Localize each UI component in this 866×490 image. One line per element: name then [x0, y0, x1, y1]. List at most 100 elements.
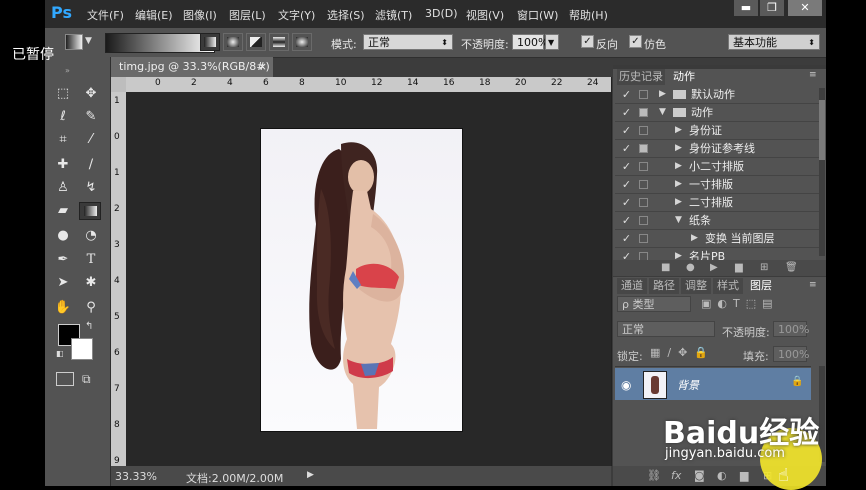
- quick-mask-icon[interactable]: [56, 372, 74, 386]
- dialog-toggle-icon[interactable]: [639, 126, 648, 135]
- type-tool-icon[interactable]: T: [81, 251, 101, 269]
- lock-icons[interactable]: ▦∕✥🔒: [650, 346, 715, 359]
- menu-layer[interactable]: 图层(L): [229, 7, 266, 23]
- default-colors-icon[interactable]: ◧: [56, 349, 64, 358]
- dialog-toggle-icon[interactable]: [639, 234, 648, 243]
- menu-filter[interactable]: 滤镜(T): [375, 7, 412, 23]
- action-row[interactable]: ✓ ▼ 动作: [615, 104, 825, 122]
- shape-tool-icon[interactable]: ✱: [81, 274, 101, 292]
- adjustment-layer-icon[interactable]: ◐: [717, 469, 727, 482]
- opacity-dropdown-icon[interactable]: ▼: [545, 34, 559, 50]
- expand-arrow-icon[interactable]: ▼: [659, 104, 666, 121]
- angle-gradient-button[interactable]: [246, 33, 266, 51]
- eye-icon[interactable]: ◉: [621, 378, 631, 392]
- clone-stamp-tool-icon[interactable]: ♙: [53, 179, 73, 197]
- check-icon[interactable]: ✓: [621, 122, 632, 139]
- marquee-tool-icon[interactable]: ⬚: [53, 85, 73, 103]
- reflected-gradient-button[interactable]: [269, 33, 289, 51]
- quick-select-tool-icon[interactable]: ✎: [81, 108, 101, 126]
- action-row[interactable]: ✓ ▶ 变换 当前图层: [615, 230, 825, 248]
- menu-image[interactable]: 图像(I): [183, 7, 217, 23]
- action-row[interactable]: ✓ ▶ 小二寸排版: [615, 158, 825, 176]
- close-button[interactable]: ✕: [788, 0, 822, 16]
- expand-arrow-icon[interactable]: ▶: [675, 176, 682, 193]
- check-icon[interactable]: ✓: [621, 212, 632, 229]
- history-brush-tool-icon[interactable]: ↯: [81, 179, 101, 197]
- menu-type[interactable]: 文字(Y): [278, 7, 315, 23]
- check-icon[interactable]: ✓: [621, 230, 632, 247]
- menu-help[interactable]: 帮助(H): [569, 7, 608, 23]
- record-icon[interactable]: ●: [686, 262, 695, 273]
- action-row[interactable]: ✓ ▶ 二寸排版: [615, 194, 825, 212]
- healing-brush-tool-icon[interactable]: ✚: [53, 156, 73, 174]
- trash-icon[interactable]: 🗑: [785, 262, 798, 273]
- fx-icon[interactable]: fx: [671, 469, 681, 482]
- dialog-toggle-icon[interactable]: [639, 144, 648, 153]
- new-action-icon[interactable]: ⊞: [760, 262, 768, 273]
- actions-scrollbar[interactable]: [819, 88, 825, 256]
- zoom-tool-icon[interactable]: ⚲: [81, 299, 101, 317]
- expand-arrow-icon[interactable]: ▶: [675, 194, 682, 211]
- crop-tool-icon[interactable]: ⌗: [53, 131, 73, 149]
- expand-arrow-icon[interactable]: ▼: [675, 212, 682, 229]
- tab-paths[interactable]: 路径: [649, 278, 679, 294]
- gradient-picker[interactable]: [105, 33, 215, 53]
- action-row[interactable]: ✓ ▶ 默认动作: [615, 86, 825, 104]
- action-row[interactable]: ✓ ▶ 身份证: [615, 122, 825, 140]
- check-icon[interactable]: ✓: [621, 104, 632, 121]
- panel-menu-icon[interactable]: ≡: [809, 280, 817, 290]
- blur-tool-icon[interactable]: ●: [53, 227, 73, 245]
- chevron-down-icon[interactable]: ▼: [85, 36, 92, 46]
- menu-select[interactable]: 选择(S): [327, 7, 365, 23]
- screen-mode-icon[interactable]: ⧉: [82, 372, 91, 387]
- blend-mode-select[interactable]: 正常: [617, 321, 715, 337]
- path-selection-tool-icon[interactable]: ➤: [53, 274, 73, 292]
- layer-filter-icons[interactable]: ▣◐T⬚▤: [701, 297, 779, 310]
- layer-row-background[interactable]: ◉ 背景 🔒: [615, 368, 811, 400]
- layer-name[interactable]: 背景: [677, 377, 699, 393]
- expand-arrow-icon[interactable]: ▶: [675, 140, 682, 157]
- panel-menu-icon[interactable]: ≡: [809, 70, 817, 80]
- dither-checkbox[interactable]: ✓: [629, 35, 642, 48]
- tab-history[interactable]: 历史记录: [617, 69, 665, 85]
- gradient-tool-icon[interactable]: [79, 202, 101, 220]
- mode-select[interactable]: 正常 ⬍: [363, 34, 453, 50]
- dialog-toggle-icon[interactable]: [639, 180, 648, 189]
- minimize-button[interactable]: ▬: [734, 0, 758, 16]
- check-icon[interactable]: ✓: [621, 86, 632, 103]
- status-menu-arrow-icon[interactable]: ▶: [307, 470, 314, 480]
- linear-gradient-button[interactable]: [200, 33, 220, 51]
- document-photo[interactable]: [261, 129, 462, 431]
- background-color-swatch[interactable]: [71, 338, 93, 360]
- reverse-checkbox[interactable]: ✓: [581, 35, 594, 48]
- check-icon[interactable]: ✓: [621, 140, 632, 157]
- expand-arrow-icon[interactable]: ▶: [659, 86, 666, 103]
- group-icon[interactable]: ▆: [740, 469, 748, 482]
- tab-channels[interactable]: 通道: [617, 278, 647, 294]
- gradient-tool-preset-icon[interactable]: [65, 34, 83, 50]
- menu-file[interactable]: 文件(F): [87, 7, 124, 23]
- mask-icon[interactable]: ◙: [694, 469, 705, 482]
- menu-edit[interactable]: 编辑(E): [135, 7, 173, 23]
- play-icon[interactable]: ▶: [710, 262, 718, 273]
- tab-layers[interactable]: 图层: [745, 278, 777, 294]
- new-set-icon[interactable]: ▆: [735, 262, 743, 273]
- swap-colors-icon[interactable]: ↰: [85, 321, 93, 332]
- action-row[interactable]: ✓ ▶ 身份证参考线: [615, 140, 825, 158]
- link-layers-icon[interactable]: ⛓: [647, 469, 661, 482]
- dialog-toggle-icon[interactable]: [639, 216, 648, 225]
- diamond-gradient-button[interactable]: [292, 33, 312, 51]
- menu-3d[interactable]: 3D(D): [425, 7, 458, 20]
- dialog-toggle-icon[interactable]: [639, 198, 648, 207]
- brush-tool-icon[interactable]: ∕: [81, 156, 101, 174]
- restore-button[interactable]: ❐: [760, 0, 784, 16]
- layer-filter-select[interactable]: ρ 类型: [617, 296, 691, 312]
- radial-gradient-button[interactable]: [223, 33, 243, 51]
- check-icon[interactable]: ✓: [621, 194, 632, 211]
- workspace-select[interactable]: 基本功能 ⬍: [728, 34, 820, 50]
- expand-arrow-icon[interactable]: ▶: [675, 158, 682, 175]
- close-tab-icon[interactable]: ×: [258, 57, 267, 77]
- dialog-toggle-icon[interactable]: [639, 90, 648, 99]
- document-tab[interactable]: timg.jpg @ 33.3%(RGB/8#) ×: [111, 57, 273, 77]
- action-row[interactable]: ✓ ▼ 纸条: [615, 212, 825, 230]
